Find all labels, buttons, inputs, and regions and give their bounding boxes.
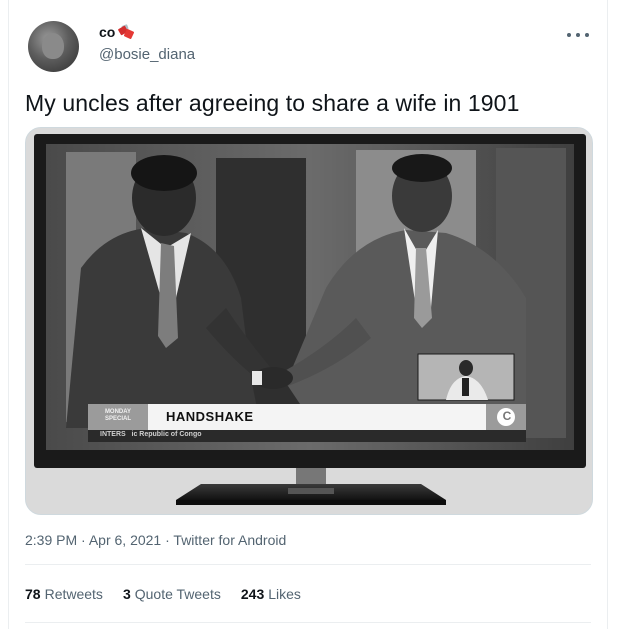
divider <box>25 564 591 565</box>
user-handle[interactable]: @bosie_diana <box>99 46 195 63</box>
tweet-source[interactable]: Twitter for Android <box>173 532 286 548</box>
divider <box>25 622 591 623</box>
quote-tweets-label: Quote Tweets <box>134 586 221 602</box>
quote-tweets-stat[interactable]: 3 Quote Tweets <box>123 586 221 602</box>
tweet-meta: 2:39 PM · Apr 6, 2021 · Twitter for Andr… <box>25 532 286 548</box>
tv-stand <box>176 468 446 505</box>
likes-label: Likes <box>268 586 301 602</box>
avatar[interactable] <box>28 21 79 72</box>
display-name[interactable]: co <box>99 23 135 40</box>
retweets-count: 78 <box>25 586 41 602</box>
likes-stat[interactable]: 243 Likes <box>241 586 301 602</box>
tweet-date[interactable]: Apr 6, 2021 <box>89 532 161 548</box>
quote-tweets-count: 3 <box>122 586 131 602</box>
tweet-stats: 78 Retweets 3 Quote Tweets 243 Likes <box>25 586 301 602</box>
meta-separator: · <box>165 532 170 548</box>
retweets-label: Retweets <box>44 586 103 602</box>
tweet-media-image[interactable]: MONDAY SPECIAL HANDSHAKE INTERS ic Repub… <box>25 127 593 515</box>
tweet-text: My uncles after agreeing to share a wife… <box>25 90 520 116</box>
retweets-stat[interactable]: 78 Retweets <box>25 586 103 602</box>
red-envelopes-emoji-icon <box>118 23 135 40</box>
tweet-time[interactable]: 2:39 PM <box>25 532 77 548</box>
more-options-icon[interactable] <box>567 28 589 42</box>
tweet-card: co @bosie_diana My uncles after agreeing… <box>8 0 608 629</box>
display-name-text[interactable]: co <box>99 24 115 40</box>
meta-separator: · <box>81 532 86 548</box>
likes-count: 243 <box>240 586 265 602</box>
